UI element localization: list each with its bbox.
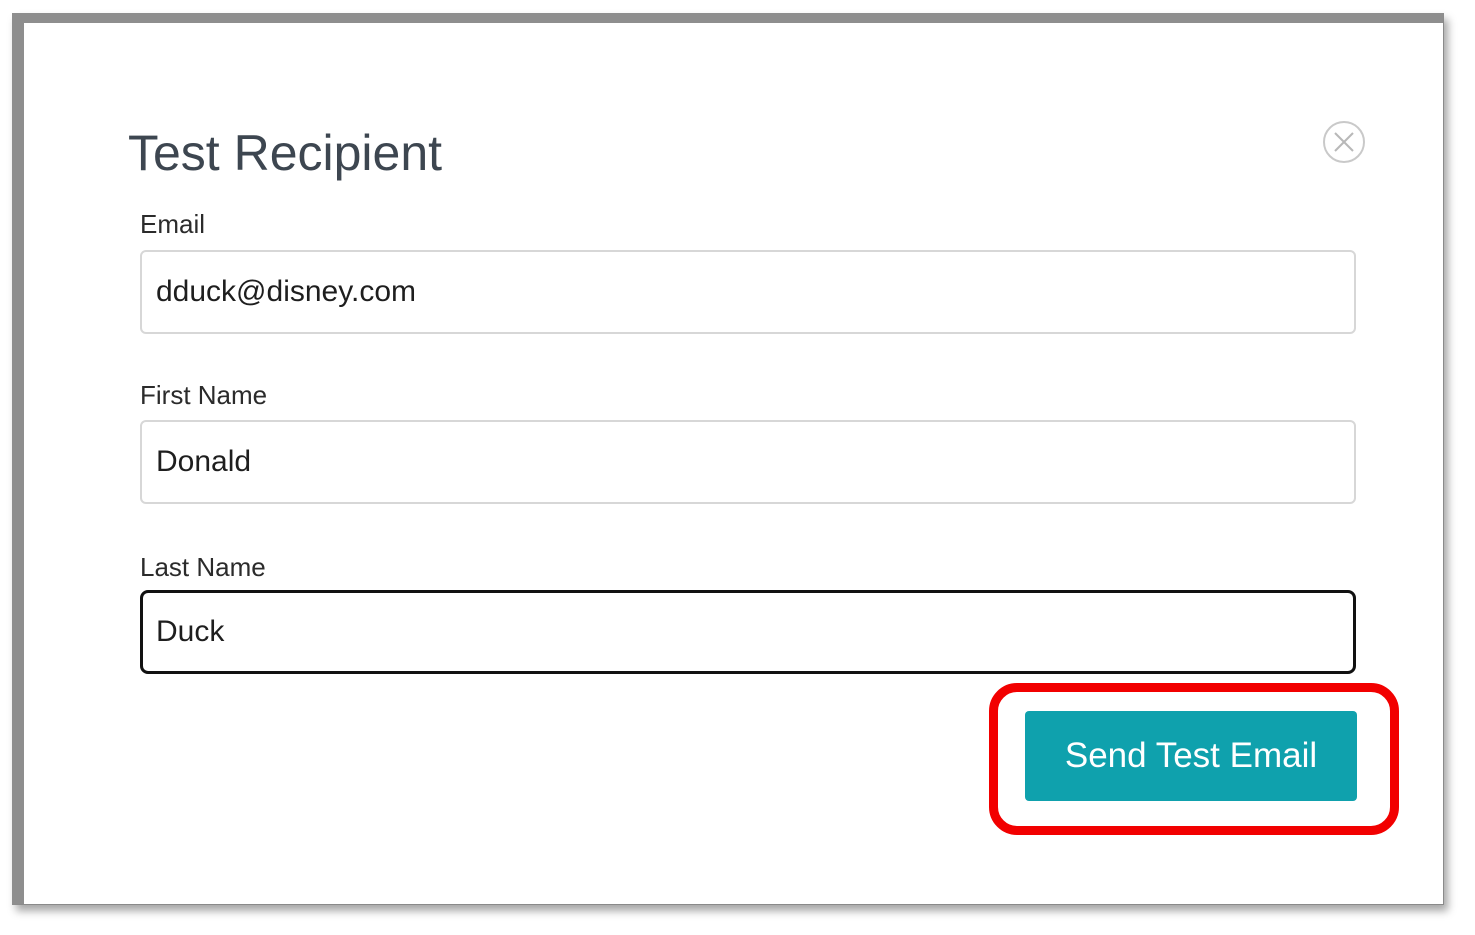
dialog-title: Test Recipient bbox=[128, 125, 443, 181]
email-label: Email bbox=[140, 209, 206, 239]
close-circle-icon bbox=[1334, 132, 1354, 152]
first-name-label: First Name bbox=[140, 380, 268, 410]
first-name-field[interactable] bbox=[140, 420, 1356, 504]
close-button[interactable] bbox=[1323, 121, 1365, 163]
send-test-email-button[interactable]: Send Test Email bbox=[1025, 711, 1357, 801]
last-name-label: Last Name bbox=[140, 552, 266, 582]
email-field[interactable] bbox=[140, 250, 1356, 334]
last-name-field[interactable] bbox=[140, 590, 1356, 674]
test-recipient-dialog: Test Recipient Email First Name Last Nam… bbox=[12, 13, 1444, 905]
